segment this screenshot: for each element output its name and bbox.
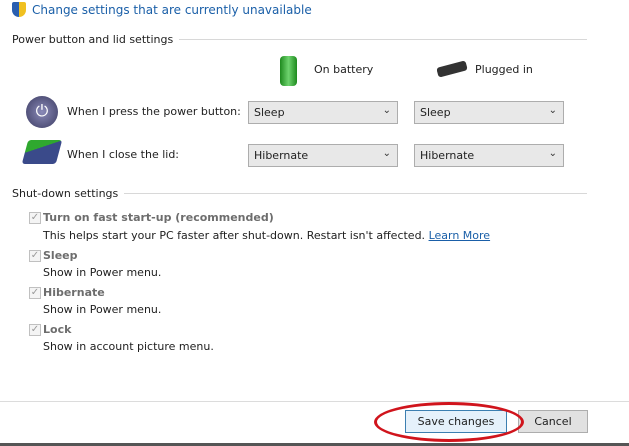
cancel-button[interactable]: Cancel — [518, 410, 588, 433]
sleep-checkbox[interactable]: ✓ — [29, 250, 41, 262]
chevron-down-icon: ⌄ — [548, 148, 557, 159]
divider — [124, 193, 587, 194]
fast-startup-desc: This helps start your PC faster after sh… — [43, 229, 491, 242]
lid-plugged-select[interactable]: Hibernate ⌄ — [414, 144, 564, 167]
shutdown-section-header: Shut-down settings — [12, 187, 587, 200]
divider — [179, 39, 587, 40]
chevron-down-icon: ⌄ — [548, 105, 557, 116]
learn-more-link[interactable]: Learn More — [429, 229, 491, 242]
hibernate-checkbox[interactable]: ✓ — [29, 287, 41, 299]
on-battery-label: On battery — [314, 63, 374, 76]
plugged-in-label: Plugged in — [475, 63, 533, 76]
power-button-label: When I press the power button: — [67, 105, 241, 118]
battery-icon — [280, 56, 297, 86]
lid-battery-select[interactable]: Hibernate ⌄ — [248, 144, 398, 167]
fast-startup-checkbox[interactable]: ✓ — [29, 212, 41, 224]
change-settings-link[interactable]: Change settings that are currently unava… — [12, 2, 312, 17]
close-lid-label: When I close the lid: — [67, 148, 180, 161]
chevron-down-icon: ⌄ — [382, 148, 391, 159]
lock-checkbox[interactable]: ✓ — [29, 324, 41, 336]
laptop-lid-icon — [21, 140, 63, 164]
shield-icon — [12, 2, 26, 17]
chevron-down-icon: ⌄ — [382, 105, 391, 116]
plug-icon — [436, 60, 468, 78]
power-icon: ⏻ — [26, 96, 58, 128]
power-button-battery-select[interactable]: Sleep ⌄ — [248, 101, 398, 124]
power-section-header: Power button and lid settings — [12, 33, 587, 46]
footer-divider — [0, 401, 629, 402]
highlight-circle — [374, 402, 524, 442]
power-button-plugged-select[interactable]: Sleep ⌄ — [414, 101, 564, 124]
